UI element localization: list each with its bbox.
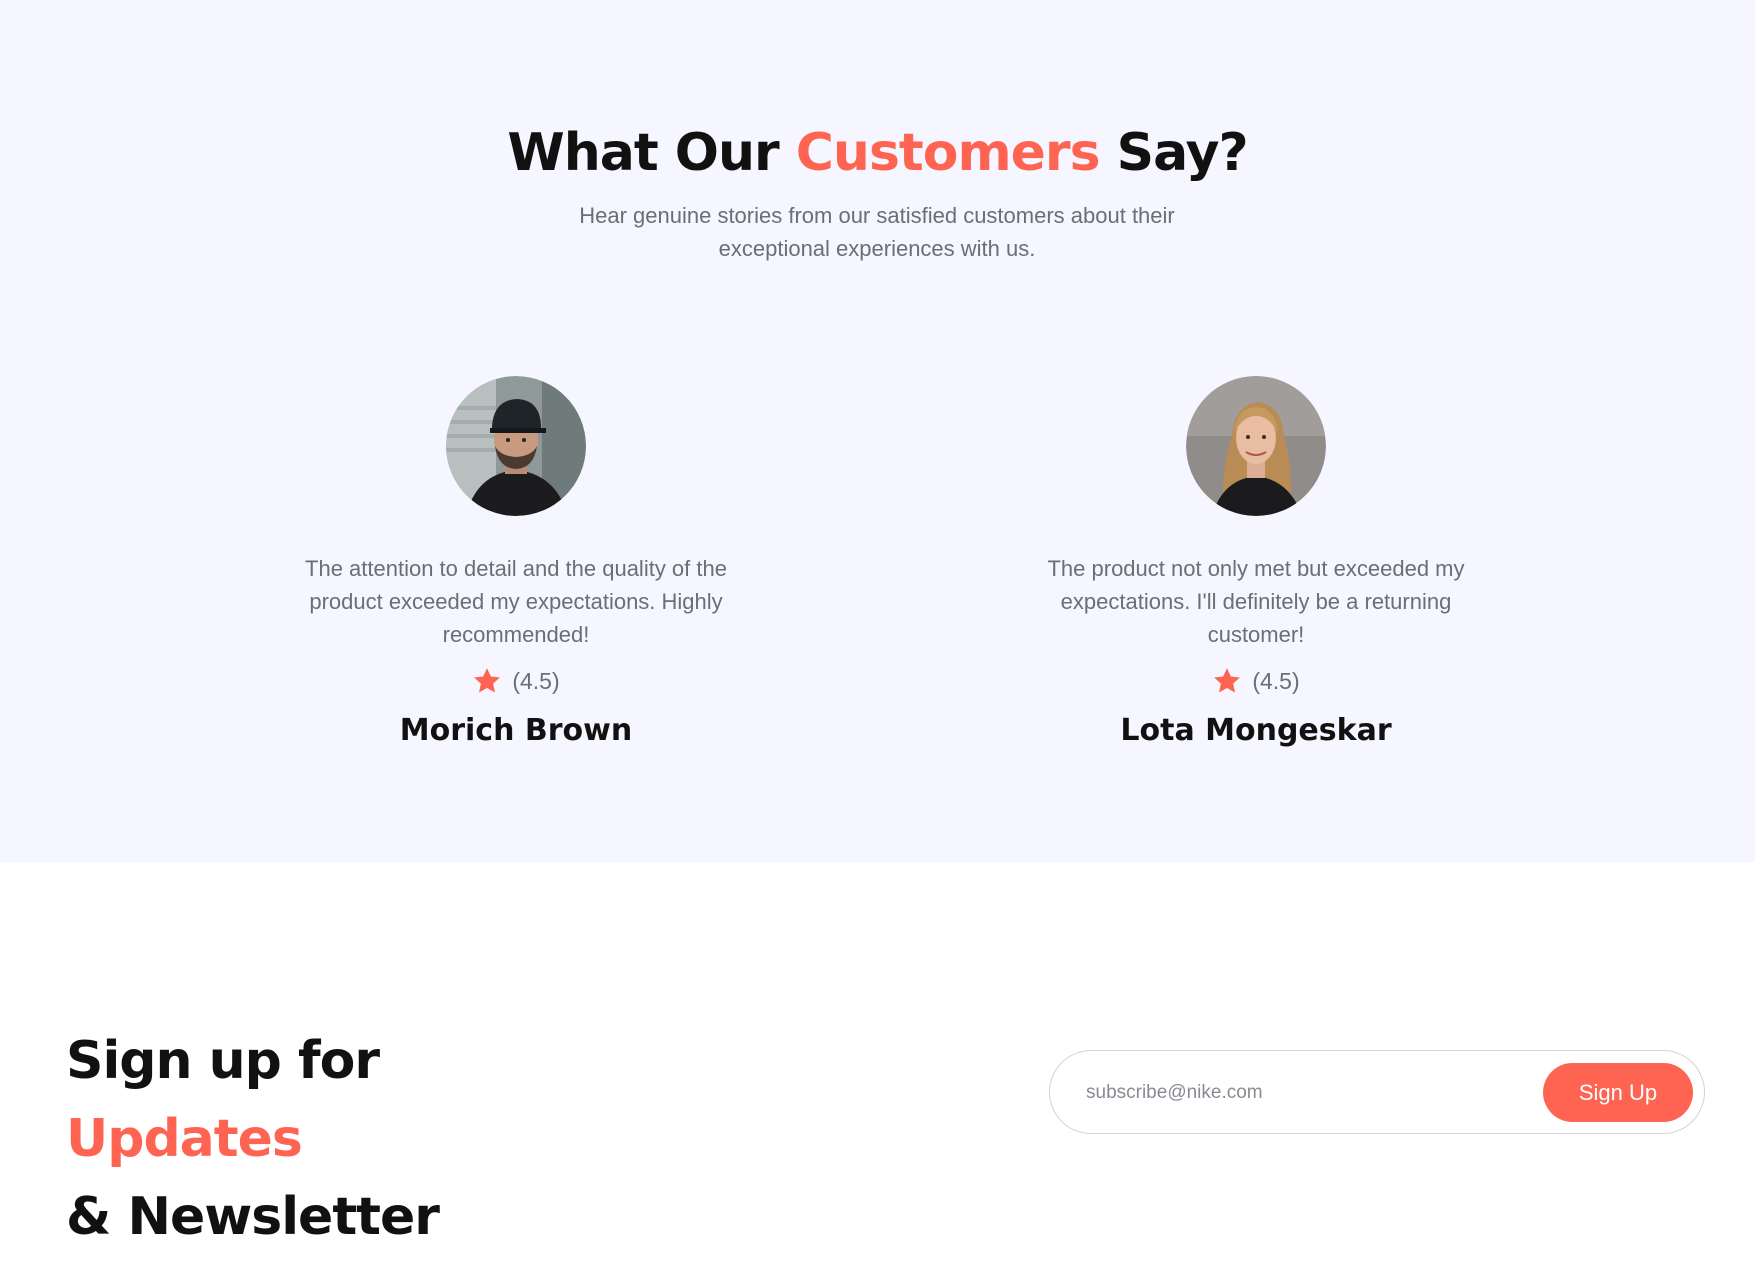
reviewer-name: Lota Mongeskar (1120, 713, 1392, 748)
heading-suffix: Say? (1099, 123, 1249, 183)
testimonials-heading: What Our Customers Say? (0, 118, 1755, 188)
review-rating: (4.5) (286, 665, 746, 697)
reviewer-name: Morich Brown (399, 713, 633, 748)
newsletter-form: Sign Up (1049, 1050, 1705, 1134)
email-input[interactable] (1084, 1071, 1528, 1115)
star-icon (474, 668, 501, 693)
review-quote: The product not only met but exceeded my… (1047, 556, 1465, 647)
avatar (1186, 376, 1326, 516)
newsletter-title-line2: & Newsletter (66, 1187, 440, 1247)
newsletter-title-accent: Updates (66, 1109, 303, 1169)
review-card: The product not only met but exceeded my… (1026, 376, 1486, 751)
sign-up-button[interactable]: Sign Up (1543, 1063, 1693, 1122)
testimonials-subtitle: Hear genuine stories from our satisfied … (579, 203, 1175, 261)
newsletter-title-line1: Sign up for Updates (66, 1022, 439, 1178)
newsletter-title: Sign up for Updates & Newsletter (66, 1022, 440, 1256)
heading-prefix: What Our (507, 123, 796, 183)
avatar (446, 376, 586, 516)
rating-value: (4.5) (512, 667, 560, 694)
newsletter-title-prefix: Sign up for (66, 1031, 380, 1091)
review-rating: (4.5) (1026, 665, 1486, 697)
rating-value: (4.5) (1252, 667, 1300, 694)
review-quote: The attention to detail and the quality … (305, 556, 727, 647)
review-card: The attention to detail and the quality … (286, 376, 746, 751)
star-icon (1214, 668, 1241, 693)
testimonials-section: What Our Customers Say? Hear genuine sto… (0, 0, 1755, 862)
heading-accent: Customers (795, 123, 1101, 183)
newsletter-section: Sign up for Updates & Newsletter Sign Up (0, 862, 1755, 1279)
